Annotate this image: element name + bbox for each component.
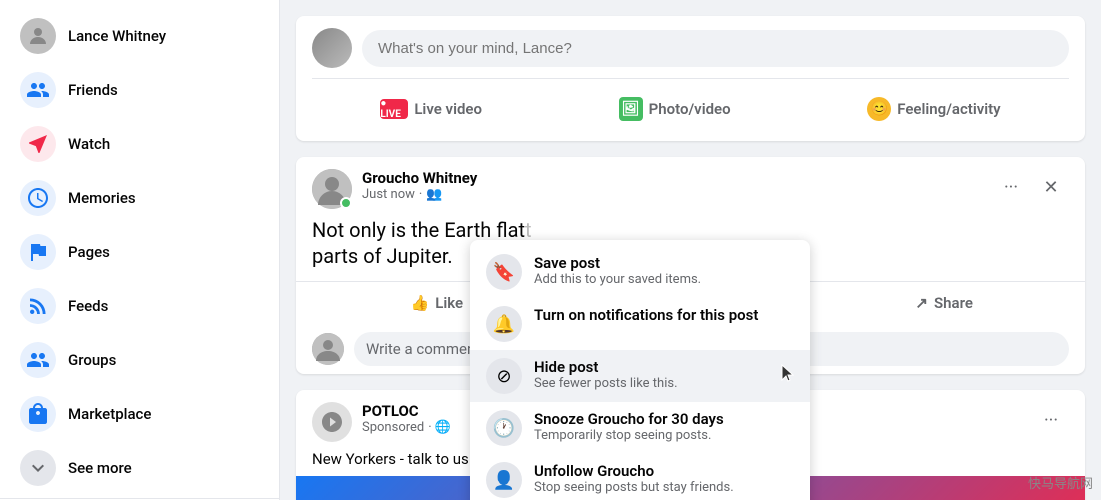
see-more-icon [20,450,56,486]
sidebar-user-label: Lance Whitney [68,27,166,45]
live-icon-text: ● LIVE [380,98,408,120]
live-video-label: Live video [414,100,482,118]
sidebar-divider [0,498,279,499]
post-author-name: Groucho Whitney [362,169,983,187]
snooze-icon: 🕐 [486,410,522,446]
sidebar-memories-label: Memories [68,189,136,207]
post-text-content: Not only is the Earth flat [312,218,525,242]
notifications-text: Turn on notifications for this post [534,306,794,324]
snooze-subtitle: Temporarily stop seeing posts. [534,428,794,443]
sidebar-watch-label: Watch [68,135,110,153]
post-composer: ● LIVE Live video 🖼 Photo/video 😊 Feelin… [296,16,1085,141]
share-label: Share [934,294,973,312]
sponsored-menu-button[interactable]: ··· [1033,402,1069,438]
feeling-icon: 😊 [867,97,891,121]
sidebar-item-see-more[interactable]: See more [8,442,271,494]
sidebar-marketplace-label: Marketplace [68,405,151,423]
sidebar: Lance Whitney Friends Watch Memories Pag… [0,0,280,500]
photo-video-button[interactable]: 🖼 Photo/video [603,89,747,129]
watch-icon [20,126,56,162]
post-text-line2: parts of Jupiter. [312,244,453,268]
post-meta: Groucho Whitney Just now · 👥 [362,169,983,202]
sidebar-item-pages[interactable]: Pages [8,226,271,278]
hide-post-text: Hide post See fewer posts like this. [534,358,794,391]
sidebar-item-watch[interactable]: Watch [8,118,271,170]
unfollow-text: Unfollow Groucho Stop seeing posts but s… [534,462,794,495]
save-post-subtitle: Add this to your saved items. [534,272,794,287]
like-label: Like [435,294,463,312]
composer-actions: ● LIVE Live video 🖼 Photo/video 😊 Feelin… [312,78,1069,129]
composer-avatar [312,28,352,68]
notifications-icon: 🔔 [486,306,522,342]
user-avatar [20,18,56,54]
photo-icon: 🖼 [619,97,643,121]
hide-post-icon: ⊘ [486,358,522,394]
feeling-button[interactable]: 😊 Feeling/activity [851,89,1016,129]
watermark: 快马导航网 [1028,473,1093,492]
post-text-overflow: t [525,218,532,242]
marketplace-icon [20,396,56,432]
live-icon: ● LIVE [380,99,408,119]
dropdown-menu: 🔖 Save post Add this to your saved items… [470,240,810,500]
sidebar-feeds-label: Feeds [68,297,108,315]
online-indicator [340,197,352,209]
sidebar-item-feeds[interactable]: Feeds [8,280,271,332]
sponsored-globe-icon: · 🌐 [428,420,451,435]
friends-icon [20,72,56,108]
sidebar-item-friends[interactable]: Friends [8,64,271,116]
post-header: Groucho Whitney Just now · 👥 ··· ✕ [296,157,1085,217]
menu-item-save-post[interactable]: 🔖 Save post Add this to your saved items… [470,246,810,298]
sidebar-groups-label: Groups [68,351,116,369]
unfollow-subtitle: Stop seeing posts but stay friends. [534,480,794,495]
hide-post-title: Hide post [534,358,794,376]
post-time: Just now · 👥 [362,187,983,202]
pages-icon [20,234,56,270]
sidebar-item-marketplace[interactable]: Marketplace [8,388,271,440]
sidebar-item-groups[interactable]: Groups [8,334,271,386]
post-actions-top: ··· ✕ [993,169,1069,205]
menu-item-hide-post[interactable]: ⊘ Hide post See fewer posts like this. [470,350,810,402]
snooze-text: Snooze Groucho for 30 days Temporarily s… [534,410,794,443]
comment-avatar [312,333,344,365]
audience-people-icon: 👥 [426,187,442,202]
photo-video-label: Photo/video [649,100,731,118]
sidebar-pages-label: Pages [68,243,110,261]
main-content: ● LIVE Live video 🖼 Photo/video 😊 Feelin… [280,0,1101,500]
feeling-label: Feeling/activity [897,100,1000,118]
save-post-text: Save post Add this to your saved items. [534,254,794,287]
unfollow-icon: 👤 [486,462,522,498]
share-button[interactable]: ↗ Share [819,286,1069,320]
composer-input[interactable] [362,30,1069,67]
menu-item-unfollow[interactable]: 👤 Unfollow Groucho Stop seeing posts but… [470,454,810,500]
sponsored-avatar [312,402,352,442]
post-menu-button[interactable]: ··· [993,169,1029,205]
like-icon: 👍 [411,294,430,312]
sidebar-friends-label: Friends [68,81,118,99]
groups-icon [20,342,56,378]
snooze-title: Snooze Groucho for 30 days [534,410,794,428]
cursor-indicator [780,363,798,389]
share-icon: ↗ [915,294,928,312]
notifications-title: Turn on notifications for this post [534,306,794,324]
save-post-title: Save post [534,254,794,272]
unfollow-title: Unfollow Groucho [534,462,794,480]
menu-item-notifications[interactable]: 🔔 Turn on notifications for this post [470,298,810,350]
post-avatar [312,169,352,209]
sidebar-item-memories[interactable]: Memories [8,172,271,224]
feeds-icon [20,288,56,324]
menu-item-snooze[interactable]: 🕐 Snooze Groucho for 30 days Temporarily… [470,402,810,454]
hide-post-subtitle: See fewer posts like this. [534,376,794,391]
save-post-icon: 🔖 [486,254,522,290]
memories-icon [20,180,56,216]
composer-top [312,28,1069,68]
live-video-button[interactable]: ● LIVE Live video [364,89,498,129]
sidebar-item-user[interactable]: Lance Whitney [8,10,271,62]
sidebar-see-more-label: See more [68,459,132,477]
audience-icon: · [419,187,422,202]
post-close-button[interactable]: ✕ [1033,169,1069,205]
